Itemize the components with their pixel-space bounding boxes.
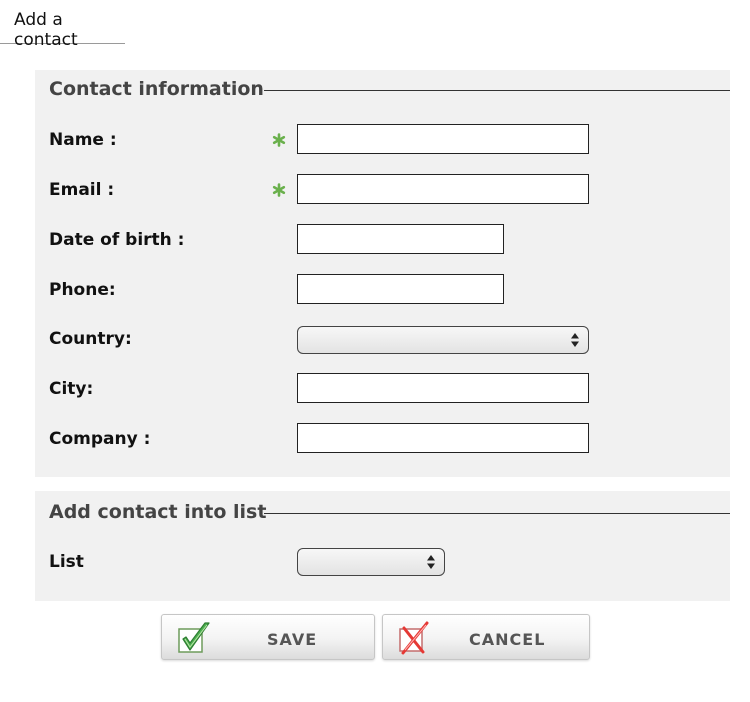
add-to-list-panel: Add contact into list List [35, 491, 730, 601]
contact-information-legend-text: Contact information [49, 78, 264, 100]
updown-arrows-icon [571, 333, 579, 347]
legend-divider [264, 513, 730, 514]
company-label: Company : [49, 429, 151, 449]
cross-icon [399, 621, 429, 655]
updown-arrows-icon [427, 555, 435, 569]
country-label: Country: [49, 329, 132, 349]
required-asterisk-icon [272, 183, 286, 197]
contact-information-panel: Contact information Name : Email : Date … [35, 70, 730, 477]
save-button[interactable]: SAVE [161, 614, 375, 660]
add-to-list-legend-text: Add contact into list [49, 501, 267, 523]
city-label: City: [49, 379, 94, 399]
date-of-birth-input[interactable] [297, 224, 504, 254]
save-button-label: SAVE [267, 630, 318, 649]
add-to-list-legend: Add contact into list [49, 501, 730, 525]
name-input[interactable] [297, 124, 589, 154]
cancel-button-label: CANCEL [469, 630, 546, 649]
phone-label: Phone: [49, 280, 116, 300]
list-select[interactable] [297, 548, 445, 576]
email-label: Email : [49, 180, 115, 200]
list-label: List [49, 552, 84, 572]
city-input[interactable] [297, 373, 589, 403]
checkmark-icon [178, 622, 210, 653]
required-asterisk-icon [272, 133, 286, 147]
cancel-button[interactable]: CANCEL [382, 614, 590, 660]
contact-information-legend: Contact information [49, 78, 730, 102]
name-label: Name : [49, 130, 117, 150]
company-input[interactable] [297, 423, 589, 453]
email-input[interactable] [297, 174, 589, 204]
page-title: Add a contact [0, 0, 125, 50]
date-of-birth-label: Date of birth : [49, 230, 185, 250]
phone-input[interactable] [297, 274, 504, 304]
country-select[interactable] [297, 326, 589, 354]
legend-divider [264, 90, 730, 91]
